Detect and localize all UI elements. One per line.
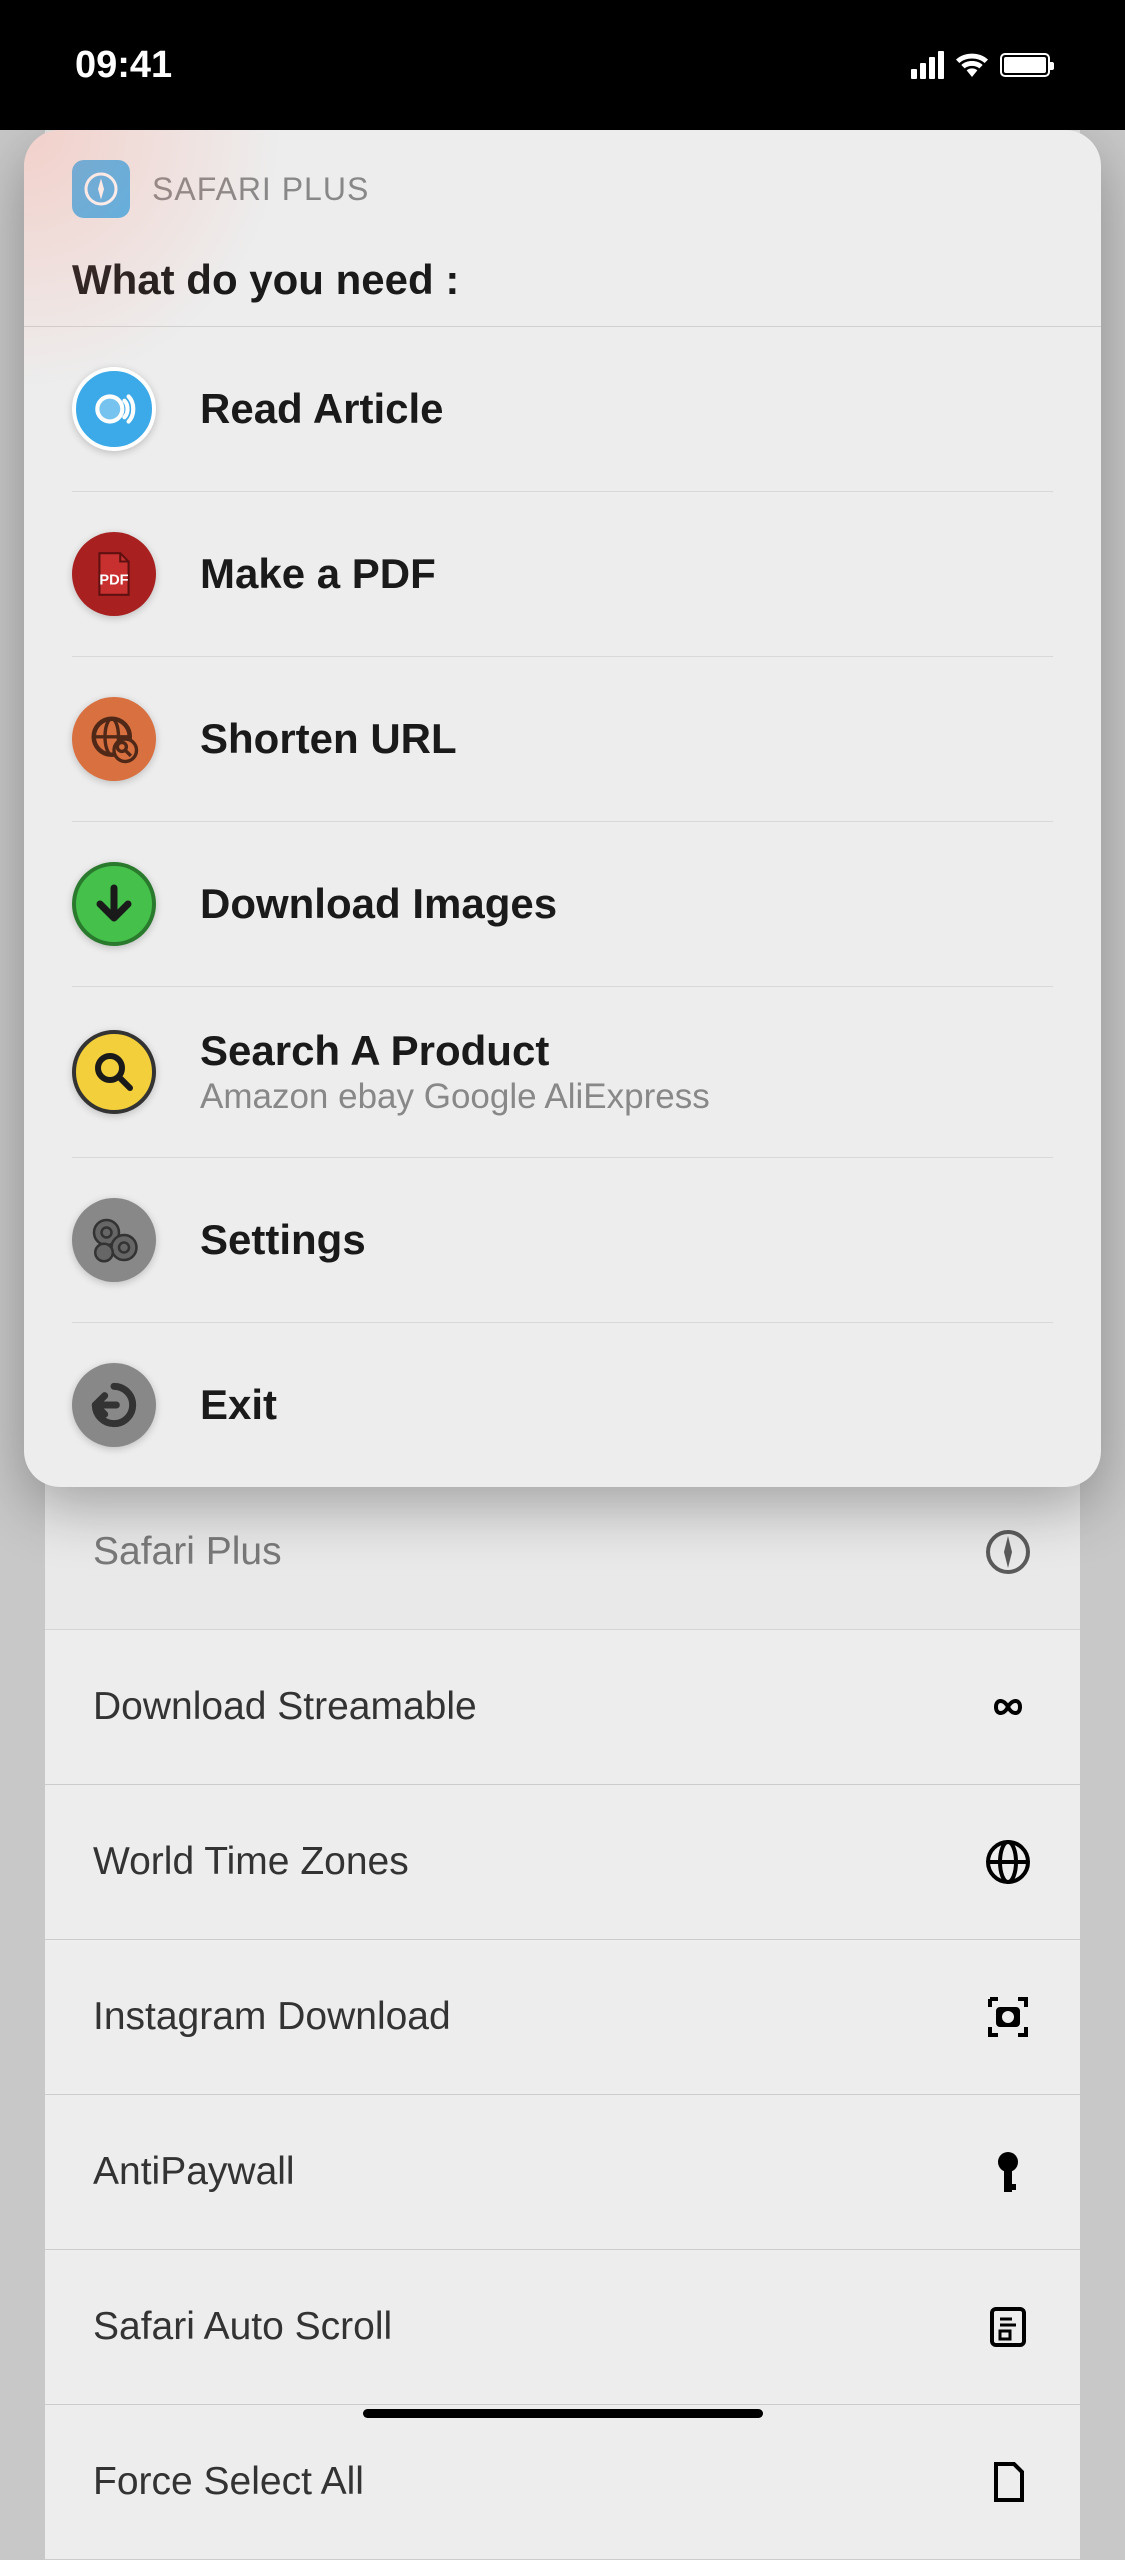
page-icon [984, 2458, 1032, 2506]
menu-label: Shorten URL [200, 715, 457, 763]
menu-item-make-pdf[interactable]: PDF Make a PDF [72, 492, 1053, 657]
menu-item-download-images[interactable]: Download Images [72, 822, 1053, 987]
list-item-label: Safari Plus [93, 1530, 282, 1574]
list-item-label: World Time Zones [93, 1840, 409, 1884]
menu-label: Read Article [200, 385, 444, 433]
list-item[interactable]: Safari Plus [45, 1475, 1080, 1630]
list-item[interactable]: Download Streamable [45, 1630, 1080, 1785]
pdf-icon: PDF [72, 532, 156, 616]
list-item-label: Force Select All [93, 2460, 364, 2504]
menu-label: Make a PDF [200, 550, 436, 598]
menu-item-settings[interactable]: Settings [72, 1158, 1053, 1323]
camera-icon [984, 1993, 1032, 2041]
document-icon [984, 2303, 1032, 2351]
list-item[interactable]: Safari Auto Scroll [45, 2250, 1080, 2405]
list-item[interactable]: World Time Zones [45, 1785, 1080, 1940]
download-icon [72, 862, 156, 946]
home-indicator[interactable] [363, 2409, 763, 2418]
status-bar: 09:41 [0, 0, 1125, 130]
list-item-label: AntiPaywall [93, 2150, 295, 2194]
infinity-icon [984, 1683, 1032, 1731]
card-header: SAFARI PLUS What do you need : [24, 130, 1101, 327]
settings-icon [72, 1198, 156, 1282]
svg-text:PDF: PDF [99, 572, 128, 588]
app-name: SAFARI PLUS [152, 171, 369, 208]
menu-item-read-article[interactable]: Read Article [72, 327, 1053, 492]
menu-item-shorten-url[interactable]: Shorten URL [72, 657, 1053, 822]
exit-icon [72, 1363, 156, 1447]
menu-item-search-product[interactable]: Search A Product Amazon ebay Google AliE… [72, 987, 1053, 1158]
wifi-icon [956, 53, 988, 77]
list-item-label: Download Streamable [93, 1685, 477, 1729]
key-icon [984, 2148, 1032, 2196]
menu-label: Settings [200, 1216, 366, 1264]
menu-list: Read Article PDF Make a PDF [24, 327, 1101, 1487]
shorten-icon [72, 697, 156, 781]
menu-sublabel: Amazon ebay Google AliExpress [200, 1077, 710, 1117]
prompt-title: What do you need : [72, 256, 1053, 304]
compass-icon [984, 1528, 1032, 1576]
list-item[interactable]: AntiPaywall [45, 2095, 1080, 2250]
menu-item-exit[interactable]: Exit [72, 1323, 1053, 1487]
app-icon [72, 160, 130, 218]
globe-icon [984, 1838, 1032, 1886]
list-item-label: Safari Auto Scroll [93, 2305, 392, 2349]
status-time: 09:41 [75, 44, 172, 87]
list-item[interactable]: Instagram Download [45, 1940, 1080, 2095]
battery-icon [1000, 53, 1050, 77]
menu-label: Search A Product [200, 1027, 710, 1075]
menu-label: Exit [200, 1381, 277, 1429]
search-icon [72, 1030, 156, 1114]
list-item[interactable]: Force Select All [45, 2405, 1080, 2560]
cellular-signal-icon [911, 51, 944, 79]
menu-label: Download Images [200, 880, 557, 928]
list-item-label: Instagram Download [93, 1995, 451, 2039]
read-icon [72, 367, 156, 451]
action-sheet-card: SAFARI PLUS What do you need : Read Arti… [24, 130, 1101, 1487]
status-icons [911, 51, 1050, 79]
